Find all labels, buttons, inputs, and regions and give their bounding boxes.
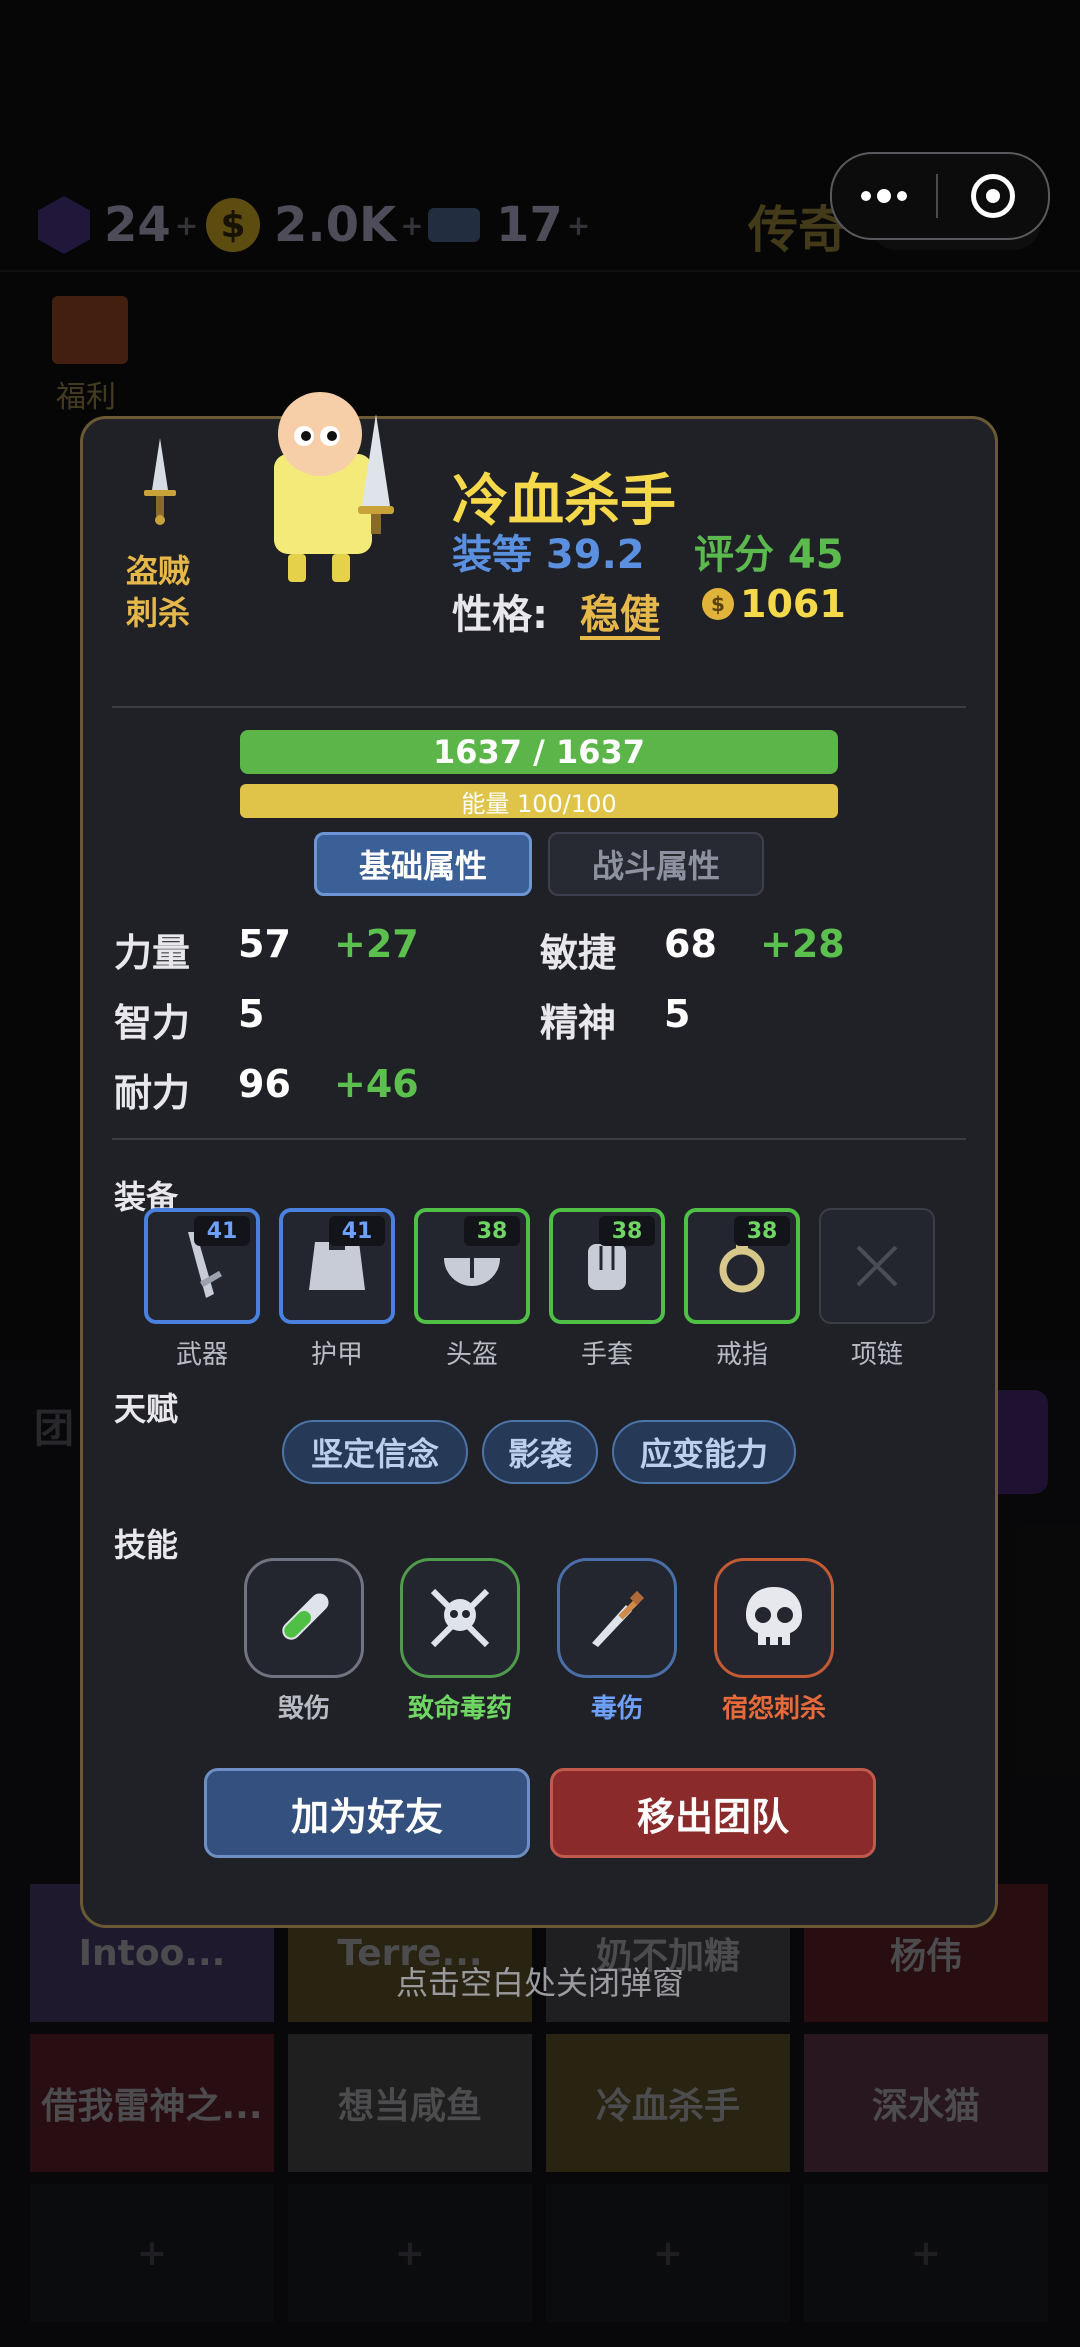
- skill-slot[interactable]: [714, 1558, 834, 1678]
- close-miniprogram-icon[interactable]: [938, 154, 1048, 238]
- item-level-badge: 38: [464, 1216, 520, 1246]
- stat-agility-bonus: +28: [760, 922, 845, 966]
- add-friend-button[interactable]: 加为好友: [204, 1768, 530, 1858]
- equip-slot-gloves[interactable]: 38: [549, 1208, 665, 1324]
- item-level-badge: 41: [194, 1216, 250, 1246]
- more-menu-icon[interactable]: [832, 154, 936, 238]
- skill-slot[interactable]: [400, 1558, 520, 1678]
- stat-intellect-label: 智力: [114, 1001, 191, 1045]
- equip-name-gloves: 手套: [580, 1340, 633, 1370]
- equip-slot-armor[interactable]: 41: [279, 1208, 395, 1324]
- divider: [112, 1138, 966, 1140]
- health-bar: 1637 / 1637: [240, 730, 838, 774]
- tab-basic-attributes[interactable]: 基础属性: [314, 832, 532, 896]
- empty-slot-cross-icon: [856, 1245, 898, 1287]
- skill-name: 宿怨刺杀: [721, 1694, 826, 1724]
- stat-agility-label: 敏捷: [540, 931, 617, 975]
- dagger-skill-icon: [592, 1590, 645, 1647]
- talent-title: 天赋: [114, 1390, 179, 1428]
- stat-strength-value: 57: [238, 922, 291, 966]
- tab-combat-attributes[interactable]: 战斗属性: [548, 832, 764, 896]
- item-level-badge: 38: [599, 1216, 655, 1246]
- skill-slot[interactable]: [244, 1558, 364, 1678]
- item-level-badge: 38: [734, 1216, 790, 1246]
- energy-bar: 能量 100/100: [240, 784, 838, 818]
- skill-name: 致命毒药: [407, 1694, 512, 1724]
- item-level-badge: 41: [329, 1216, 385, 1246]
- talent-chip[interactable]: 坚定信念: [282, 1420, 468, 1484]
- stat-stamina-label: 耐力: [114, 1071, 191, 1115]
- stat-stamina-value: 96: [238, 1062, 291, 1106]
- character-gold: 1061: [740, 582, 846, 626]
- skill-name: 毒伤: [590, 1694, 643, 1724]
- gear-level: 装等 39.2: [452, 532, 645, 578]
- stat-spirit-value: 5: [664, 992, 691, 1036]
- miniprogram-capsule: [830, 152, 1050, 240]
- stat-strength-bonus: +27: [334, 922, 419, 966]
- close-hint: 点击空白处关闭弹窗: [395, 1964, 684, 2002]
- equip-name-ring: 戒指: [715, 1340, 768, 1370]
- stat-intellect-value: 5: [238, 992, 265, 1036]
- divider: [112, 706, 966, 708]
- potion-vial-icon: [282, 1593, 329, 1640]
- stat-agility-value: 68: [664, 922, 717, 966]
- character-avatar: [274, 392, 394, 582]
- skill-name: 毁伤: [277, 1694, 330, 1724]
- class-label: 盗贼 刺杀: [125, 552, 190, 632]
- skull-icon: [746, 1587, 802, 1645]
- equip-name-helmet: 头盔: [445, 1340, 498, 1370]
- talent-chip[interactable]: 应变能力: [612, 1420, 796, 1484]
- equip-slot-necklace[interactable]: [819, 1208, 935, 1324]
- skill-title: 技能: [114, 1526, 179, 1564]
- talent-chip[interactable]: 影袭: [482, 1420, 598, 1484]
- equip-name-necklace: 项链: [850, 1340, 903, 1370]
- equip-name-armor: 护甲: [310, 1340, 363, 1370]
- equip-slot-ring[interactable]: 38: [684, 1208, 800, 1324]
- equip-slot-helmet[interactable]: 38: [414, 1208, 530, 1324]
- stat-spirit-label: 精神: [540, 1001, 617, 1045]
- gold-coin-icon: $: [702, 588, 734, 620]
- equip-name-weapon: 武器: [175, 1340, 228, 1370]
- skill-slot[interactable]: [557, 1558, 677, 1678]
- equip-slot-weapon[interactable]: 41: [144, 1208, 260, 1324]
- personality-label: 性格:: [452, 592, 548, 638]
- helmet-icon: [444, 1256, 500, 1286]
- personality-value[interactable]: 稳健: [580, 582, 660, 640]
- stat-stamina-bonus: +46: [334, 1062, 419, 1106]
- skull-crossbones-icon: [430, 1588, 490, 1648]
- dagger-class-icon: [144, 438, 176, 525]
- stat-strength-label: 力量: [114, 931, 191, 975]
- remove-from-team-button[interactable]: 移出团队: [550, 1768, 876, 1858]
- score: 评分 45: [694, 532, 844, 578]
